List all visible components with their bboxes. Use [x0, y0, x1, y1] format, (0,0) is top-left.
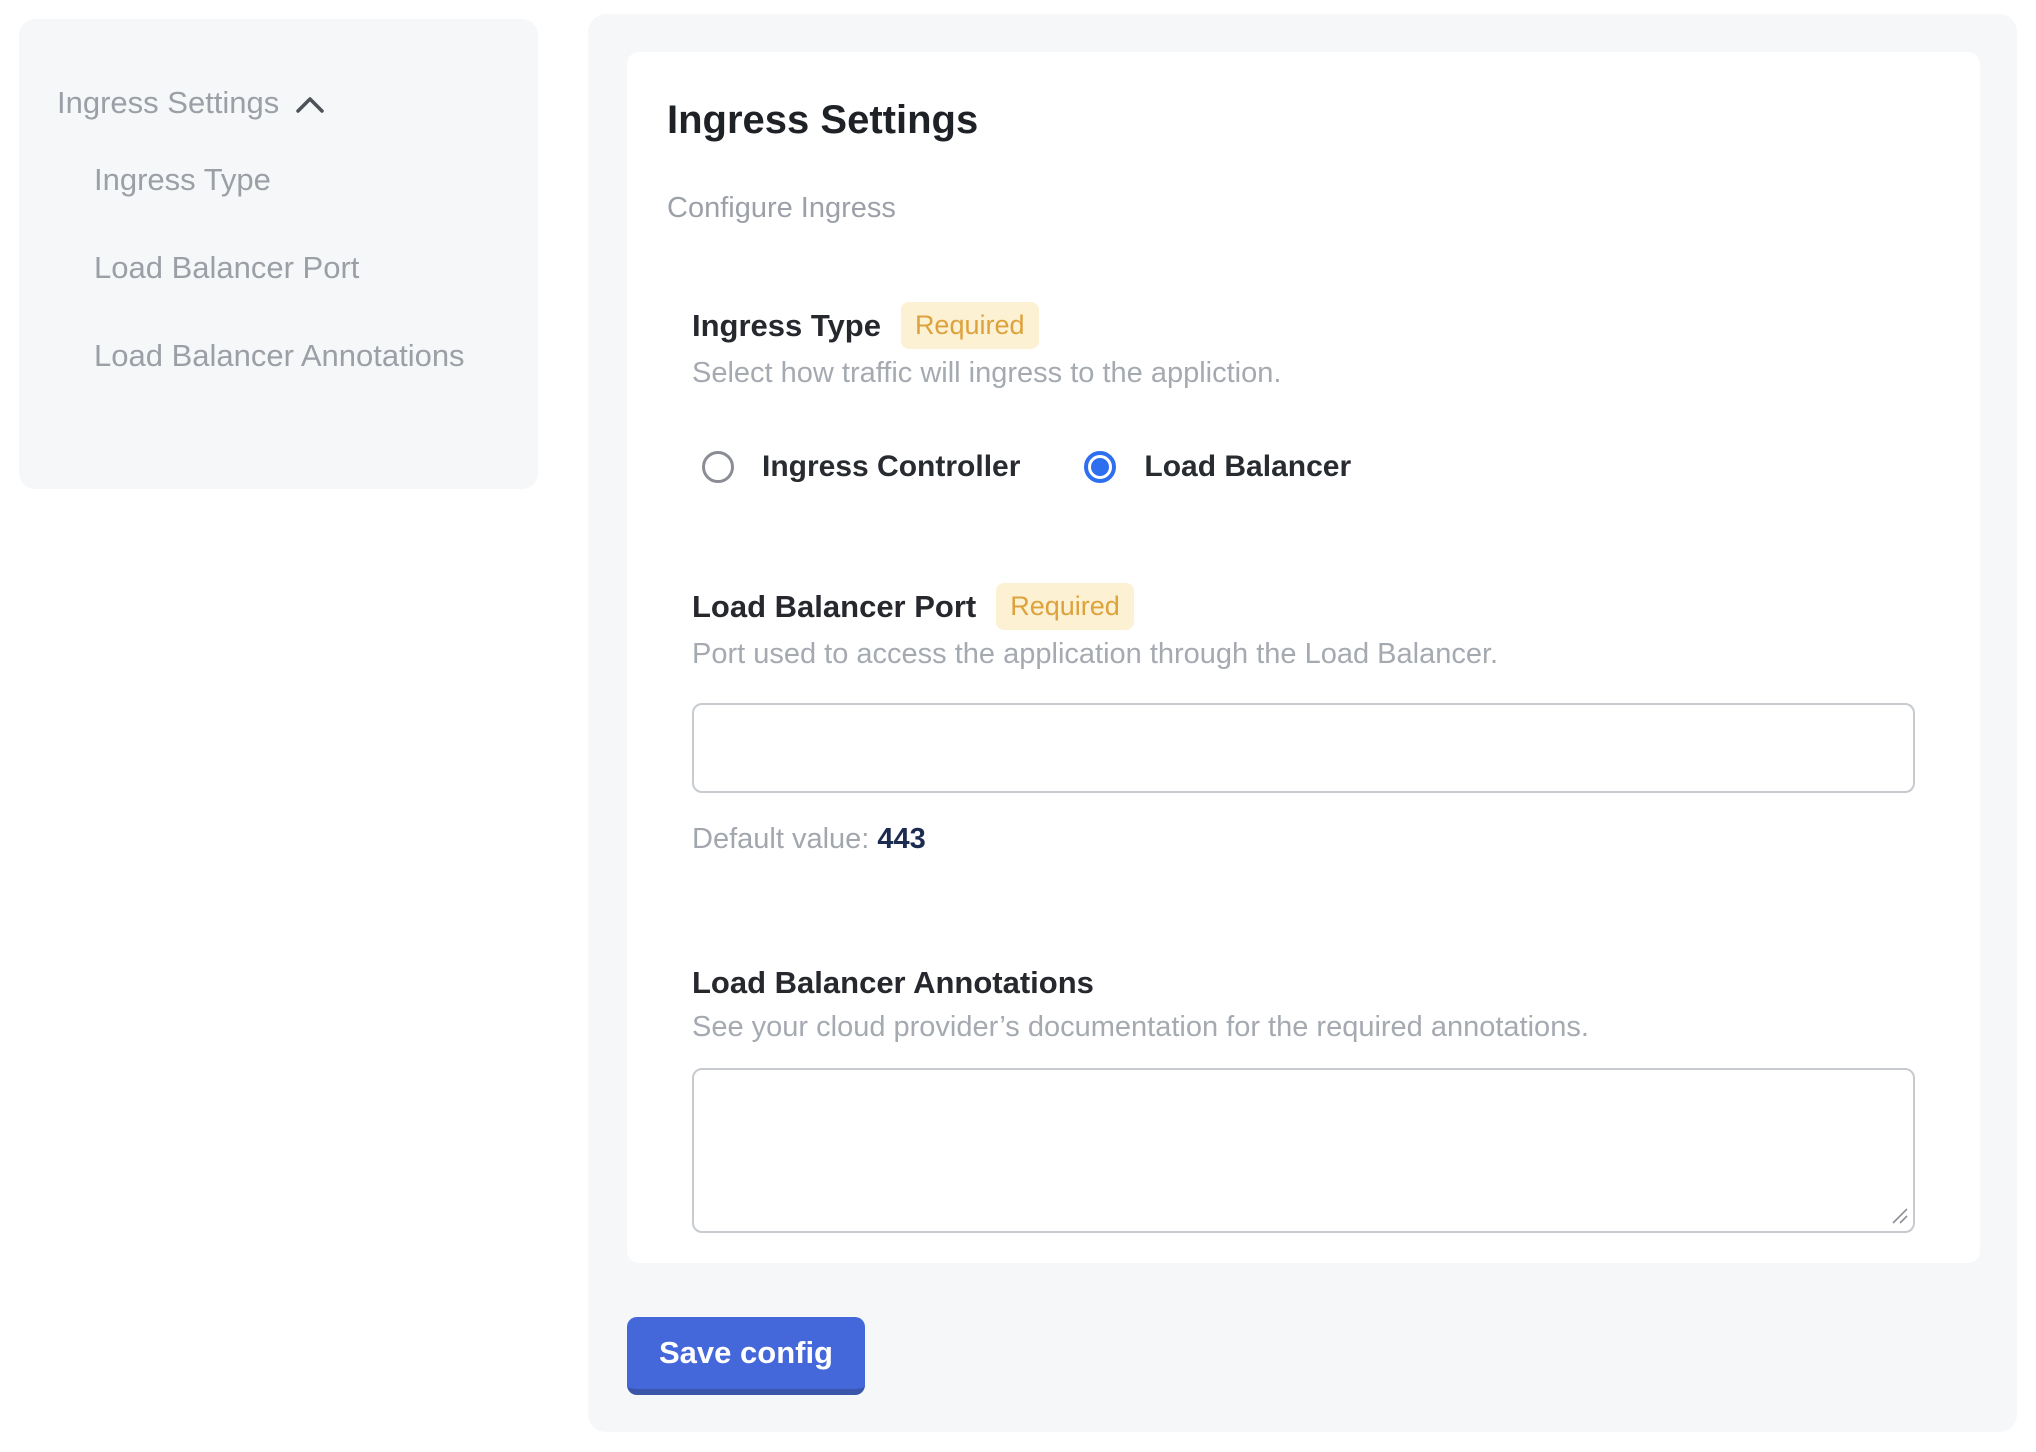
required-badge: Required: [996, 583, 1134, 630]
sidebar-group-ingress-settings[interactable]: Ingress Settings: [57, 83, 493, 123]
page-subtitle: Configure Ingress: [667, 190, 1980, 226]
radio-circle[interactable]: [702, 451, 734, 483]
ingress-type-radio-group: Ingress Controller Load Balancer: [692, 447, 1915, 487]
main-panel: Ingress Settings Configure Ingress Ingre…: [588, 14, 2017, 1432]
default-value-line: Default value:443: [692, 821, 1915, 857]
field-load-balancer-annotations: Load Balancer Annotations See your cloud…: [692, 963, 1915, 1233]
field-title-ingress-type: Ingress Type: [692, 306, 881, 346]
ingress-settings-card: Ingress Settings Configure Ingress Ingre…: [627, 52, 1980, 1263]
sidebar: Ingress Settings Ingress Type Load Balan…: [19, 19, 538, 489]
field-title-load-balancer-port: Load Balancer Port: [692, 587, 976, 627]
field-description: Select how traffic will ingress to the a…: [692, 355, 1915, 391]
radio-circle[interactable]: [1084, 451, 1116, 483]
field-description: Port used to access the application thro…: [692, 636, 1915, 672]
resize-grip-icon[interactable]: [1891, 1207, 1909, 1225]
radio-label: Ingress Controller: [762, 447, 1020, 487]
sidebar-item-load-balancer-port[interactable]: Load Balancer Port: [94, 239, 493, 297]
sidebar-item-load-balancer-annotations[interactable]: Load Balancer Annotations: [94, 327, 493, 385]
field-title-load-balancer-annotations: Load Balancer Annotations: [692, 963, 1094, 1003]
required-badge: Required: [901, 302, 1039, 349]
sidebar-nav: Ingress Type Load Balancer Port Load Bal…: [57, 151, 493, 385]
field-load-balancer-port: Load Balancer Port Required Port used to…: [692, 583, 1915, 857]
default-value-label: Default value:: [692, 823, 869, 855]
field-ingress-type: Ingress Type Required Select how traffic…: [692, 302, 1915, 487]
load-balancer-annotations-textarea[interactable]: [692, 1068, 1915, 1233]
radio-option-load-balancer[interactable]: Load Balancer: [1084, 447, 1351, 487]
sidebar-group-label: Ingress Settings: [57, 83, 279, 123]
page-title: Ingress Settings: [667, 96, 1980, 144]
save-config-button[interactable]: Save config: [627, 1317, 865, 1395]
load-balancer-port-input[interactable]: [692, 703, 1915, 793]
sidebar-item-ingress-type[interactable]: Ingress Type: [94, 151, 493, 209]
default-value: 443: [877, 823, 925, 855]
radio-label: Load Balancer: [1144, 447, 1351, 487]
radio-option-ingress-controller[interactable]: Ingress Controller: [702, 447, 1020, 487]
chevron-up-icon: [295, 96, 325, 114]
field-description: See your cloud provider’s documentation …: [692, 1009, 1915, 1045]
